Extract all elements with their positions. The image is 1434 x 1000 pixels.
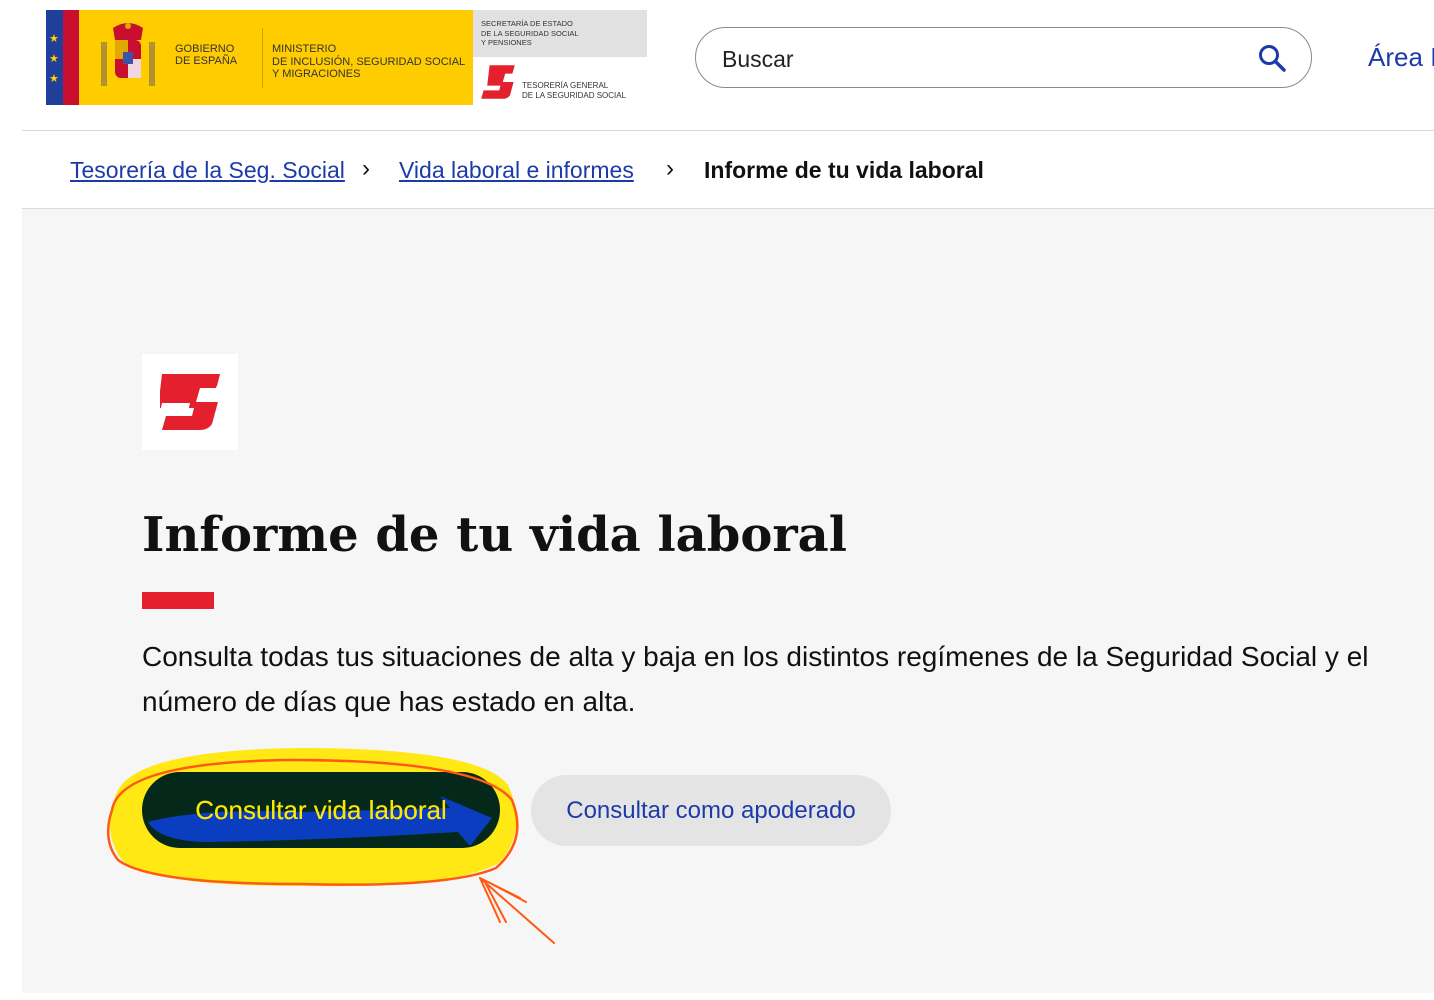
breadcrumb: Tesorería de la Seg. Social › Vida labor… xyxy=(22,131,1434,209)
tgss-logo-icon xyxy=(481,65,515,99)
consultar-vida-laboral-button[interactable]: Consultar vida laboral xyxy=(142,772,500,848)
government-logo-banner[interactable]: ★ ★ ★ GOBIERNO DE ESPAÑA MINISTERIO DE I… xyxy=(46,10,647,105)
chevron-right-icon: › xyxy=(666,155,674,182)
tgss-logo-icon xyxy=(160,374,220,430)
eu-spain-flag-strip: ★ ★ ★ xyxy=(46,10,79,105)
tgss-logo-block: SECRETARÍA DE ESTADO DE LA SEGURIDAD SOC… xyxy=(473,10,647,105)
search-icon[interactable] xyxy=(1257,43,1287,73)
star-icon: ★ xyxy=(49,33,59,45)
page-description: Consulta todas tus situaciones de alta y… xyxy=(142,641,1369,717)
hero-section: Informe de tu vida laboral Consulta toda… xyxy=(22,209,1434,993)
star-icon: ★ xyxy=(49,73,59,85)
secretaria-label-block: SECRETARÍA DE ESTADO DE LA SEGURIDAD SOC… xyxy=(473,10,647,57)
tgss-hero-logo xyxy=(142,354,238,450)
chevron-right-icon: › xyxy=(362,155,370,182)
star-icon: ★ xyxy=(49,53,59,65)
title-accent-bar xyxy=(142,592,214,609)
site-header: ★ ★ ★ GOBIERNO DE ESPAÑA MINISTERIO DE I… xyxy=(0,0,1434,131)
tgss-name: TESORERÍA GENERAL DE LA SEGURIDAD SOCIAL xyxy=(522,81,627,100)
coat-of-arms-icon xyxy=(101,23,155,86)
page-title: Informe de tu vida laboral xyxy=(142,507,847,563)
secretaria-name: SECRETARÍA DE ESTADO DE LA SEGURIDAD SOC… xyxy=(481,19,579,47)
breadcrumb-link-tesoreria[interactable]: Tesorería de la Seg. Social xyxy=(70,157,345,184)
government-name: GOBIERNO DE ESPAÑA xyxy=(175,43,238,67)
logo-divider xyxy=(262,28,263,88)
private-area-link[interactable]: Área I xyxy=(1368,42,1434,73)
government-of-spain-logo: GOBIERNO DE ESPAÑA MINISTERIO DE INCLUSI… xyxy=(79,10,473,105)
search-input[interactable] xyxy=(720,42,1244,76)
search-bar xyxy=(695,27,1312,88)
breadcrumb-link-vida-laboral[interactable]: Vida laboral e informes xyxy=(399,157,634,184)
ministry-name: MINISTERIO DE INCLUSIÓN, SEGURIDAD SOCIA… xyxy=(272,43,466,80)
consultar-como-apoderado-button[interactable]: Consultar como apoderado xyxy=(531,775,891,846)
breadcrumb-current: Informe de tu vida laboral xyxy=(704,157,984,183)
consultar-vida-laboral-label: Consultar vida laboral xyxy=(195,794,447,825)
